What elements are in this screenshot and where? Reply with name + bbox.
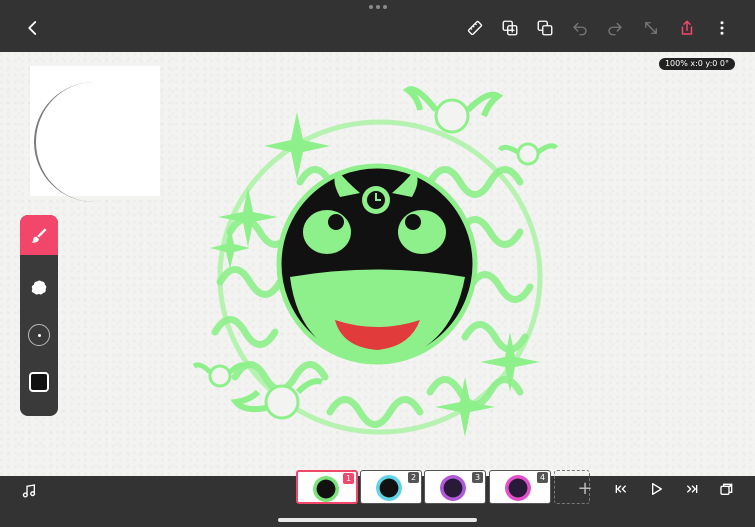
window-grabber[interactable] [368, 3, 388, 11]
timeline-frame-4[interactable]: 4 [489, 470, 551, 504]
copy-layer-button[interactable] [496, 14, 524, 42]
eraser-icon [31, 280, 47, 295]
frame-number: 3 [472, 472, 483, 483]
add-frame-button[interactable]: + [573, 478, 597, 500]
chevron-left-icon [28, 21, 37, 35]
home-indicator[interactable] [278, 518, 477, 522]
frames-view-button[interactable] [715, 478, 739, 500]
layers-button[interactable] [531, 14, 559, 42]
frame-thumbnail [440, 475, 466, 501]
color-swatch-icon [29, 372, 49, 392]
play-icon [652, 483, 662, 495]
top-toolbar [0, 0, 755, 52]
brush-size-icon [28, 324, 50, 346]
tool-panel [20, 215, 58, 416]
frame-number: 2 [408, 472, 419, 483]
layers-icon [537, 20, 553, 36]
frame-thumbnail [505, 475, 531, 501]
ruler-icon [467, 20, 483, 36]
brush-icon [31, 228, 47, 243]
skip-forward-button[interactable] [680, 478, 704, 500]
timeline-bar: 1 2 3 4 + [0, 470, 755, 527]
drawing-canvas[interactable]: 100% x:0 y:0 0° [0, 52, 755, 476]
right-eye [398, 210, 446, 254]
zoom-status: 100% x:0 y:0 0° [658, 58, 735, 70]
more-icon [720, 21, 724, 35]
frame-thumbnail [376, 475, 402, 501]
timeline-frame-2[interactable]: 2 [360, 470, 422, 504]
share-icon [681, 20, 693, 35]
ruler-button[interactable] [461, 14, 489, 42]
back-button[interactable] [19, 14, 47, 42]
color-picker[interactable] [20, 362, 58, 402]
timeline-frame-1[interactable]: 1 [296, 470, 358, 504]
undo-button[interactable] [566, 14, 594, 42]
brush-tool[interactable] [20, 215, 58, 255]
play-button[interactable] [644, 478, 668, 500]
brush-size-control[interactable] [20, 315, 58, 355]
skip-back-icon [615, 485, 627, 493]
copy-layers-icon [502, 20, 518, 36]
eraser-tool[interactable] [20, 268, 58, 308]
music-note-icon [22, 484, 36, 498]
frame-number: 1 [343, 473, 354, 484]
resize-icon [645, 22, 657, 34]
skip-back-button[interactable] [609, 478, 633, 500]
frame-thumbnail [313, 476, 339, 502]
audio-button[interactable] [18, 480, 40, 502]
frame-number: 4 [537, 472, 548, 483]
more-button[interactable] [708, 14, 736, 42]
left-eye [303, 210, 351, 254]
redo-icon [608, 22, 622, 36]
share-button[interactable] [673, 14, 701, 42]
timeline-frame-3[interactable]: 3 [424, 470, 486, 504]
frames-stack-icon [720, 483, 733, 495]
artwork-smiley [192, 86, 559, 437]
undo-icon [573, 22, 587, 36]
redo-button[interactable] [601, 14, 629, 42]
resize-button[interactable] [637, 14, 665, 42]
skip-forward-icon [686, 485, 698, 493]
onion-skin-stroke [34, 82, 154, 202]
